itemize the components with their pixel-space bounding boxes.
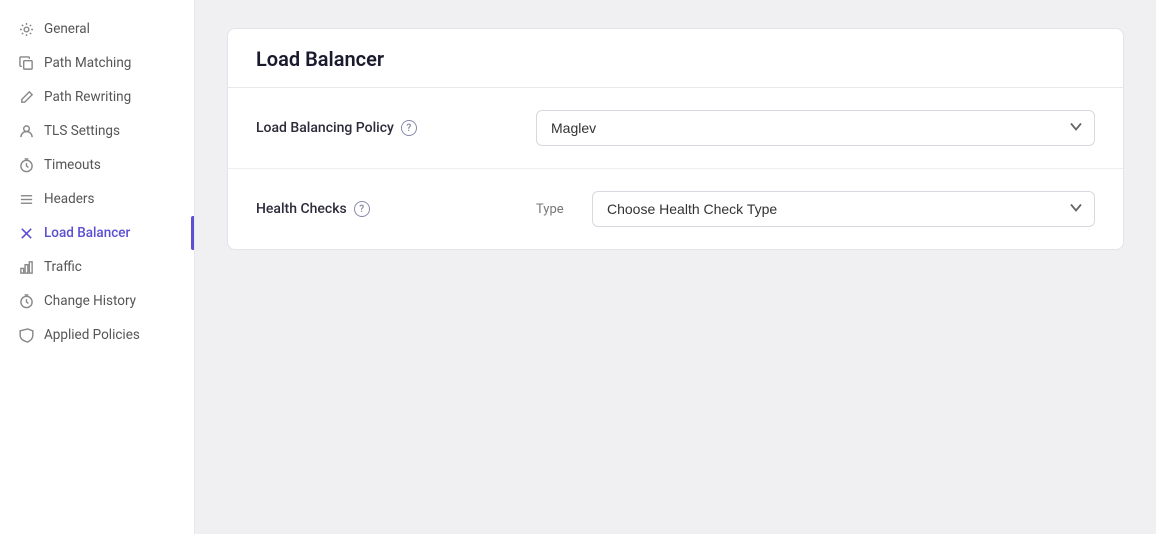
health-checks-label-group: Health Checks ? xyxy=(256,201,536,217)
sidebar-item-applied-policies-label: Applied Policies xyxy=(44,327,140,343)
sidebar-item-tls-settings[interactable]: TLS Settings xyxy=(0,114,194,148)
sidebar-item-tls-settings-label: TLS Settings xyxy=(44,123,120,139)
shield-icon xyxy=(18,327,34,343)
main-content: Load Balancer Load Balancing Policy ? Ma… xyxy=(195,0,1156,534)
sidebar-item-traffic[interactable]: Traffic xyxy=(0,250,194,284)
card-body: Load Balancing Policy ? Maglev Round Rob… xyxy=(228,88,1123,249)
sidebar-item-path-matching[interactable]: Path Matching xyxy=(0,46,194,80)
sidebar: General Path Matching Path Rewriting TLS… xyxy=(0,0,195,534)
load-balancing-policy-select[interactable]: Maglev Round Robin Least Request Random xyxy=(536,110,1095,146)
sidebar-item-headers[interactable]: Headers xyxy=(0,182,194,216)
card-header: Load Balancer xyxy=(228,29,1123,88)
gear-icon xyxy=(18,21,34,37)
load-balancing-policy-label: Load Balancing Policy xyxy=(256,120,394,136)
health-checks-label: Health Checks xyxy=(256,201,347,217)
sidebar-item-path-rewriting-label: Path Rewriting xyxy=(44,89,131,105)
load-balancing-policy-help-icon[interactable]: ? xyxy=(401,120,417,136)
health-checks-controls: Type Choose Health Check Type HTTP TCP g… xyxy=(536,191,1095,227)
load-balancing-policy-select-wrapper: Maglev Round Robin Least Request Random xyxy=(536,110,1095,146)
user-icon xyxy=(18,123,34,139)
sidebar-item-applied-policies[interactable]: Applied Policies xyxy=(0,318,194,352)
clock-icon xyxy=(18,157,34,173)
bar-chart-icon xyxy=(18,259,34,275)
sidebar-item-traffic-label: Traffic xyxy=(44,259,82,275)
load-balancing-policy-label-group: Load Balancing Policy ? xyxy=(256,120,536,136)
sidebar-item-timeouts[interactable]: Timeouts xyxy=(0,148,194,182)
health-checks-type-label: Type xyxy=(536,202,576,217)
sidebar-item-timeouts-label: Timeouts xyxy=(44,157,101,173)
x-icon xyxy=(18,225,34,241)
load-balancing-policy-controls: Maglev Round Robin Least Request Random xyxy=(536,110,1095,146)
sidebar-item-path-rewriting[interactable]: Path Rewriting xyxy=(0,80,194,114)
copy-icon xyxy=(18,55,34,71)
load-balancing-policy-row: Load Balancing Policy ? Maglev Round Rob… xyxy=(228,88,1123,169)
list-icon xyxy=(18,191,34,207)
sidebar-item-general-label: General xyxy=(44,21,90,37)
sidebar-item-path-matching-label: Path Matching xyxy=(44,55,131,71)
health-check-type-select-wrapper: Choose Health Check Type HTTP TCP gRPC xyxy=(592,191,1095,227)
health-checks-row: Health Checks ? Type Choose Health Check… xyxy=(228,169,1123,249)
sidebar-item-general[interactable]: General xyxy=(0,12,194,46)
health-checks-help-icon[interactable]: ? xyxy=(354,201,370,217)
page-title: Load Balancer xyxy=(256,47,1095,71)
sidebar-item-load-balancer[interactable]: Load Balancer xyxy=(0,216,194,250)
sidebar-item-change-history-label: Change History xyxy=(44,293,136,309)
sidebar-item-load-balancer-label: Load Balancer xyxy=(44,225,130,241)
sidebar-item-headers-label: Headers xyxy=(44,191,94,207)
load-balancer-card: Load Balancer Load Balancing Policy ? Ma… xyxy=(227,28,1124,250)
edit-icon xyxy=(18,89,34,105)
health-check-type-select[interactable]: Choose Health Check Type HTTP TCP gRPC xyxy=(592,191,1095,227)
sidebar-item-change-history[interactable]: Change History xyxy=(0,284,194,318)
clock2-icon xyxy=(18,293,34,309)
